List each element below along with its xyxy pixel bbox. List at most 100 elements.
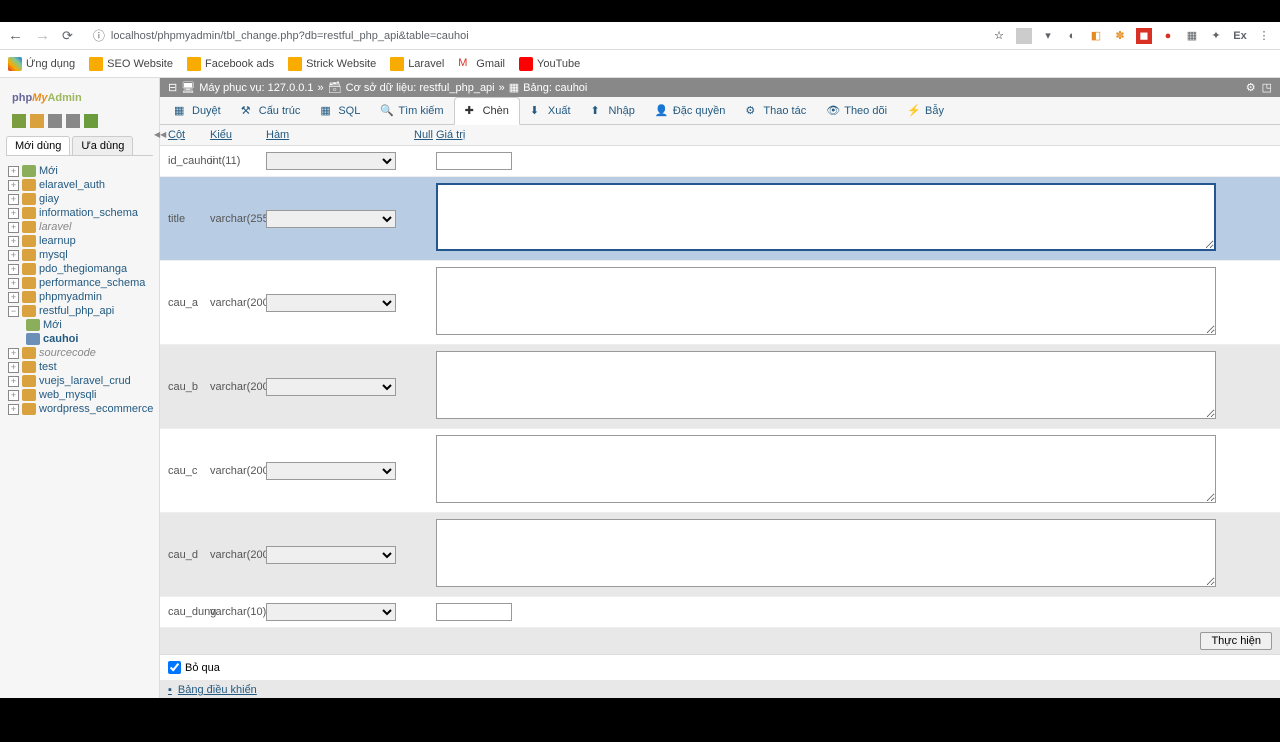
expand-icon[interactable]: + [8,264,19,275]
tab-Cấu trúc[interactable]: ⚒Cấu trúc [231,97,311,124]
tab-Theo dõi[interactable]: 👁Theo dõi [816,97,897,124]
tab-favorites[interactable]: Ưa dùng [72,136,133,155]
tab-SQL[interactable]: ▦SQL [310,97,370,124]
tab-Xuất[interactable]: ⬇Xuất [520,97,581,124]
expand-icon[interactable]: + [8,278,19,289]
home-icon[interactable] [12,114,26,128]
ext-ex[interactable]: Ex [1232,28,1248,44]
expand-icon[interactable]: + [8,222,19,233]
tab-Duyệt[interactable]: ▦Duyệt [164,97,231,124]
tree-item-mysql[interactable]: +mysql [2,248,157,262]
expand-icon[interactable]: + [8,404,19,415]
tree-item-laravel[interactable]: +laravel [2,220,157,234]
expand-icon[interactable]: + [8,208,19,219]
ext-icon-2[interactable]: ▾ [1040,28,1056,44]
tab-Đặc quyền[interactable]: 👤Đặc quyền [645,97,736,124]
hdr-ham[interactable]: Hàm [266,129,414,141]
tree-item-cauhoi[interactable]: cauhoi [2,332,157,346]
logout-icon[interactable] [30,114,44,128]
bc-table[interactable]: Bảng: cauhoi [523,82,587,94]
expand-icon[interactable]: + [8,236,19,247]
gear-icon[interactable]: ⚙ [1246,81,1256,94]
tree-item-elaravel_auth[interactable]: +elaravel_auth [2,178,157,192]
hdr-null[interactable]: Null [414,129,436,141]
bc-server[interactable]: Máy phục vụ: 127.0.0.1 [199,82,313,94]
expand-icon[interactable]: + [8,166,19,177]
func-select-cau_a[interactable] [266,294,396,312]
input-cau_a[interactable] [436,267,1216,335]
back-button[interactable]: ← [8,27,23,44]
input-id_cauhoi[interactable] [436,152,512,170]
tree-item-information_schema[interactable]: +information_schema [2,206,157,220]
input-cau_dung[interactable] [436,603,512,621]
expand-icon[interactable]: + [8,194,19,205]
expand-icon[interactable]: + [8,250,19,261]
expand-icon[interactable]: + [8,180,19,191]
tab-Tìm kiếm[interactable]: 🔍Tìm kiếm [370,97,453,124]
func-select-id_cauhoi[interactable] [266,152,396,170]
input-cau_b[interactable] [436,351,1216,419]
tree-item-Mới[interactable]: Mới [2,318,157,332]
forward-button[interactable]: → [35,27,50,44]
help-icon[interactable]: ◳ [1262,81,1272,94]
func-select-cau_b[interactable] [266,378,396,396]
func-select-cau_c[interactable] [266,462,396,480]
bookmark-fb[interactable]: Facebook ads [187,57,274,71]
ext-icon-1[interactable] [1016,28,1032,44]
tree-item-vuejs_laravel_crud[interactable]: +vuejs_laravel_crud [2,374,157,388]
phpmyadmin-logo[interactable]: phpMyAdmin [0,82,159,110]
tree-item-sourcecode[interactable]: +sourcecode [2,346,157,360]
func-select-title[interactable] [266,210,396,228]
bookmark-seo[interactable]: SEO Website [89,57,173,71]
hdr-giatri[interactable]: Giá trị [436,129,1272,141]
sidebar-collapse-handle[interactable]: ◀◀ [154,130,166,139]
expand-icon[interactable]: − [8,306,19,317]
expand-icon[interactable]: + [8,362,19,373]
ext-icon-4[interactable]: ◧ [1088,28,1104,44]
input-title[interactable] [436,183,1216,251]
hdr-cot[interactable]: Cột [168,129,210,141]
ext-icon-6[interactable]: ◼ [1136,28,1152,44]
tab-Thao tác[interactable]: ⚙Thao tác [735,97,816,124]
tree-item-giay[interactable]: +giay [2,192,157,206]
panel-row[interactable]: ▪ Bảng điều khiển [160,680,1280,698]
tree-item-test[interactable]: +test [2,360,157,374]
tree-item-restful_php_api[interactable]: −restful_php_api [2,304,157,318]
bookmark-gmail[interactable]: MGmail [458,57,505,71]
func-select-cau_dung[interactable] [266,603,396,621]
bookmark-laravel[interactable]: Laravel [390,57,444,71]
tab-recent[interactable]: Mới dùng [6,136,70,155]
ext-icon-8[interactable]: ▦ [1184,28,1200,44]
input-cau_d[interactable] [436,519,1216,587]
collapse-icon[interactable]: ⊟ [168,81,177,94]
hdr-kieu[interactable]: Kiểu [210,129,266,141]
ext-icon-3[interactable]: ◐ [1064,28,1080,44]
ext-icon-9[interactable]: ✦ [1208,28,1224,44]
reload-button[interactable]: ⟳ [62,28,73,44]
expand-icon[interactable]: + [8,390,19,401]
address-bar[interactable]: ⓘ localhost/phpmyadmin/tbl_change.php?db… [85,25,982,46]
tab-Nhập[interactable]: ⬆Nhập [581,97,645,124]
expand-icon[interactable]: + [8,376,19,387]
ext-icon-7[interactable]: ● [1160,28,1176,44]
bookmark-star-icon[interactable]: ☆ [994,29,1004,42]
bookmark-apps[interactable]: Ứng dụng [8,57,75,71]
tree-item-wordpress_ecommerce[interactable]: +wordpress_ecommerce [2,402,157,416]
tree-item-Mới[interactable]: +Mới [2,164,157,178]
bc-db[interactable]: Cơ sở dữ liệu: restful_php_api [346,82,495,94]
func-select-cau_d[interactable] [266,546,396,564]
tree-item-pdo_thegiomanga[interactable]: +pdo_thegiomanga [2,262,157,276]
docs-icon[interactable] [48,114,62,128]
input-cau_c[interactable] [436,435,1216,503]
expand-icon[interactable]: + [8,292,19,303]
tab-Chèn[interactable]: ✚Chèn [454,97,520,125]
skip-checkbox[interactable] [168,661,181,674]
reload-icon[interactable] [84,114,98,128]
tree-item-performance_schema[interactable]: +performance_schema [2,276,157,290]
expand-icon[interactable]: + [8,348,19,359]
ext-icon-5[interactable]: ✽ [1112,28,1128,44]
menu-icon[interactable]: ⋮ [1256,28,1272,44]
tree-item-web_mysqli[interactable]: +web_mysqli [2,388,157,402]
tab-Bẫy[interactable]: ⚡Bẫy [897,97,954,124]
settings-icon[interactable] [66,114,80,128]
